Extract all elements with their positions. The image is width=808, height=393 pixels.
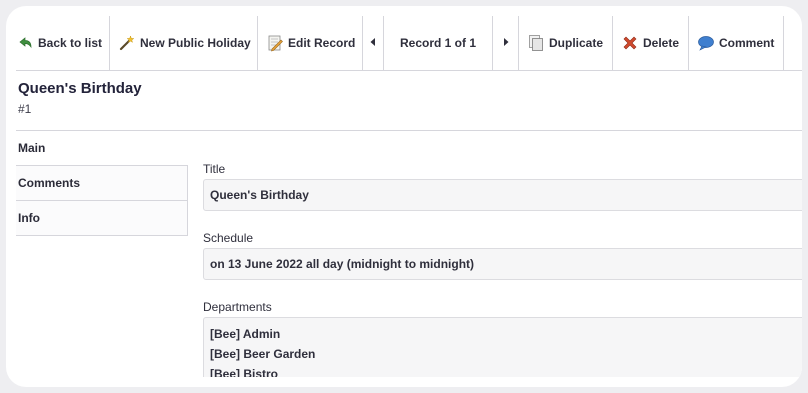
schedule-value: on 13 June 2022 all day (midnight to mid… [210,257,475,271]
copy-document-icon [527,34,545,52]
record-view: Back to list New Public Holiday Edit Rec… [16,16,802,377]
duplicate-label: Duplicate [549,36,604,50]
departments-field-label: Departments [203,300,272,314]
title-field-label: Title [203,162,226,176]
new-public-holiday-button[interactable]: New Public Holiday [110,16,258,70]
title-value: Queen's Birthday [210,188,309,202]
duplicate-button[interactable]: Duplicate [519,16,613,70]
schedule-field: on 13 June 2022 all day (midnight to mid… [203,248,802,280]
caret-left-icon [369,36,377,50]
comment-button[interactable]: Comment [689,16,784,70]
tab-main[interactable]: Main [16,131,188,166]
caret-right-icon [502,36,510,50]
app-window: Back to list New Public Holiday Edit Rec… [6,6,802,387]
previous-record-button[interactable] [363,16,384,70]
record-header: Queen's Birthday #1 [18,80,142,116]
delete-button[interactable]: Delete [613,16,689,70]
list-item: [Bee] Beer Garden [210,347,316,361]
tab-label: Comments [18,176,81,190]
edit-record-label: Edit Record [288,36,356,50]
pencil-document-icon [266,34,284,52]
tab-comments[interactable]: Comments [16,166,188,201]
undo-arrow-icon [16,34,34,52]
record-counter: Record 1 of 1 [384,16,493,70]
red-x-icon [621,34,639,52]
next-record-button[interactable] [493,16,519,70]
back-to-list-button[interactable]: Back to list [16,16,110,70]
departments-field: [Bee] Admin [Bee] Beer Garden [Bee] Bist… [203,317,802,377]
record-counter-label: Record 1 of 1 [399,36,477,50]
edit-record-button[interactable]: Edit Record [258,16,363,70]
list-item: [Bee] Admin [210,327,281,341]
tab-label: Info [18,211,40,225]
title-field: Queen's Birthday [203,179,802,211]
magic-wand-icon [118,34,136,52]
new-public-holiday-label: New Public Holiday [140,36,251,50]
schedule-field-label: Schedule [203,231,254,245]
delete-label: Delete [643,36,680,50]
tab-list: Main Comments Info [16,131,188,236]
tab-info[interactable]: Info [16,201,188,236]
toolbar: Back to list New Public Holiday Edit Rec… [16,16,802,71]
back-to-list-label: Back to list [38,36,103,50]
list-item: [Bee] Bistro [210,367,279,377]
record-id: #1 [18,102,32,116]
page-title: Queen's Birthday [18,80,142,97]
comment-label: Comment [719,36,775,50]
tab-label: Main [18,141,46,155]
speech-bubble-icon [697,34,715,52]
